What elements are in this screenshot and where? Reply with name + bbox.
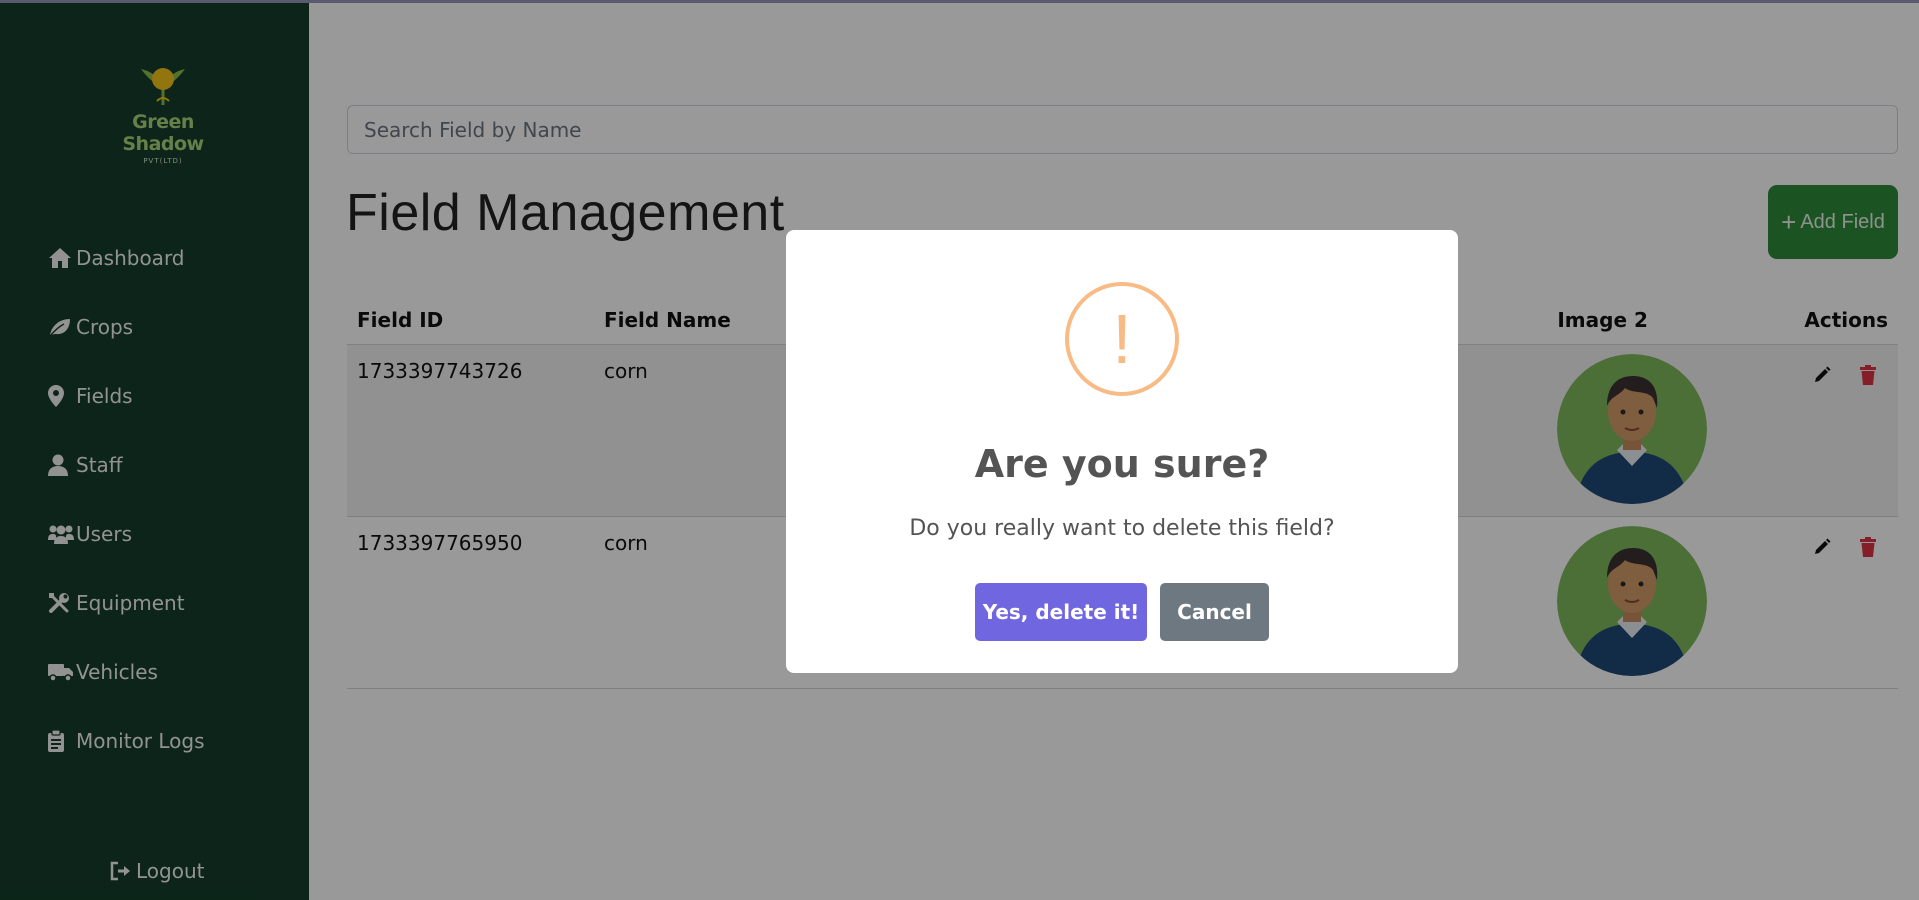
dialog-message: Do you really want to delete this field? <box>909 516 1335 541</box>
warning-icon: ! <box>1065 282 1179 396</box>
confirm-delete-dialog: ! Are you sure? Do you really want to de… <box>786 230 1458 673</box>
window-top-border <box>0 0 1919 3</box>
dialog-title: Are you sure? <box>974 442 1270 486</box>
cancel-button[interactable]: Cancel <box>1160 583 1269 641</box>
confirm-delete-button[interactable]: Yes, delete it! <box>975 583 1147 641</box>
